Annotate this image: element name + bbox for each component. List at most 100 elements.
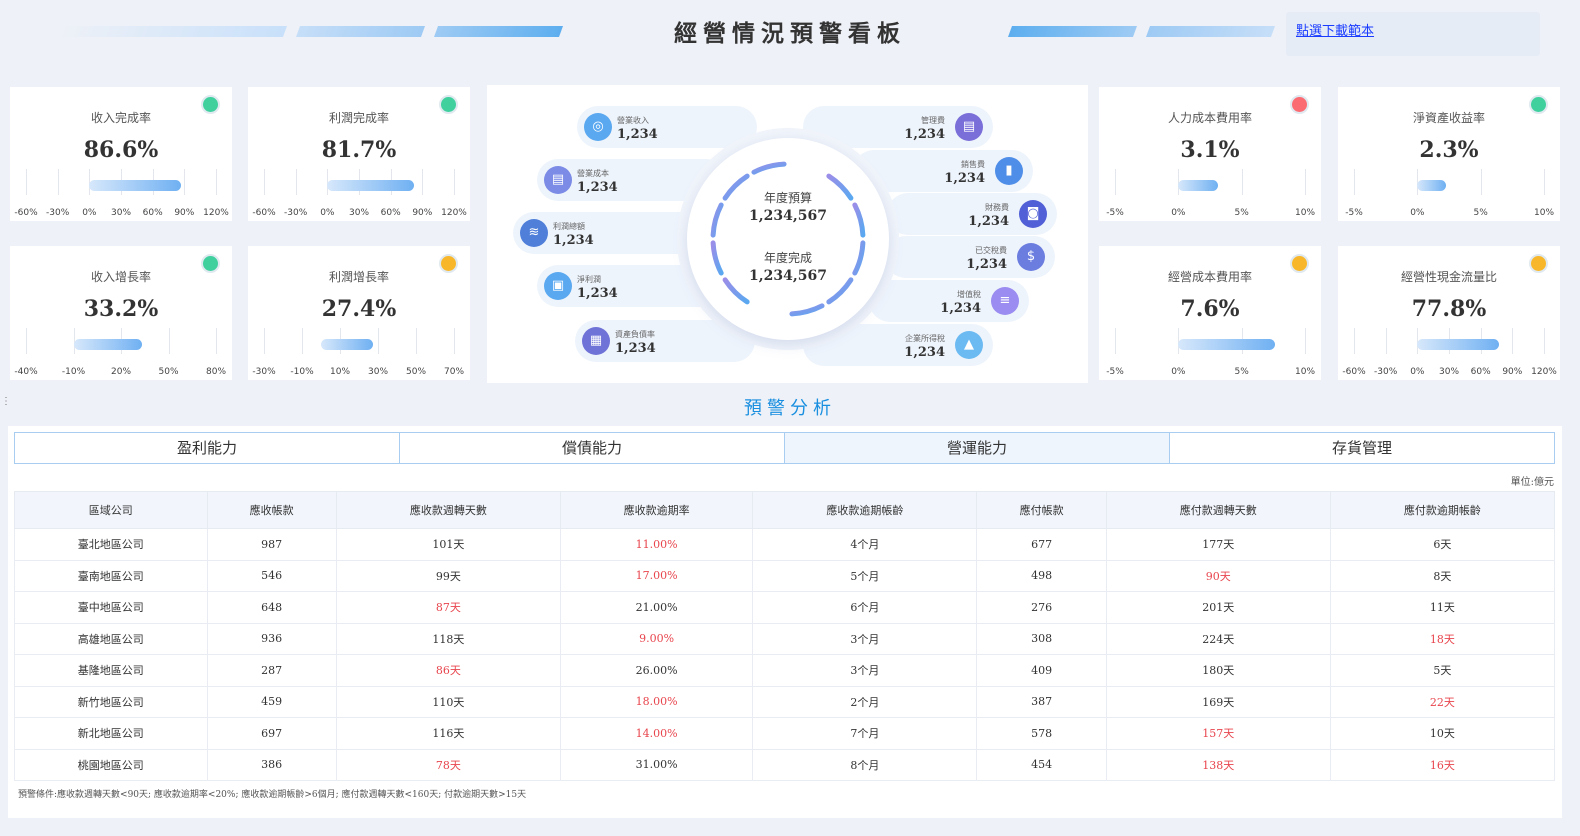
tab-inventory[interactable]: 存貨管理 <box>1170 433 1554 463</box>
budget-value: 1,234,567 <box>749 208 827 224</box>
scale-tick-label: 0% <box>82 208 97 218</box>
kpi-card-profit-growth: 利潤增長率 27.4% -30% -10% 10% 30% 50% 70% <box>248 246 470 380</box>
table-cell: 18.00% <box>559 685 754 718</box>
status-indicator-icon <box>1529 254 1548 273</box>
scale-tick <box>454 328 455 354</box>
column-header: 應收款逾期率 <box>559 491 754 529</box>
status-indicator-icon <box>1290 254 1309 273</box>
header-deco-bar <box>1007 26 1138 37</box>
kpi-progress-bar <box>1417 339 1500 350</box>
scale-tick-label: 120% <box>441 208 467 218</box>
scale-tick-label: 5% <box>1234 367 1249 377</box>
database-icon: ≋ <box>520 219 548 247</box>
scale-tick <box>1480 169 1482 195</box>
table-row: 臺北地區公司 987 101天 11.00% 4个月 677 177天 6天 <box>14 528 1556 561</box>
invoice-icon: ▤ <box>544 166 572 194</box>
table-cell: 308 <box>976 622 1107 655</box>
table-cell: 116天 <box>335 717 561 750</box>
unit-label: 單位:億元 <box>1510 477 1554 488</box>
finance-item-value: 1,234 <box>617 127 658 142</box>
finance-item-label: 已交稅費 <box>975 246 1007 255</box>
scale-tick-label: 90% <box>1502 367 1523 377</box>
kpi-name: 人力成本費用率 <box>1167 111 1252 125</box>
table-cell: 8天 <box>1329 559 1556 592</box>
completed-label: 年度完成 <box>763 251 812 265</box>
table-cell: 101天 <box>335 528 561 561</box>
finance-item[interactable]: ◎ 營業收入 1,234 <box>577 106 757 148</box>
download-template-link[interactable]: 點選下載範本 <box>1296 20 1374 39</box>
scale-tick-label: 50% <box>405 367 427 377</box>
bar-chart-icon: ▮ <box>995 157 1023 185</box>
table-cell: 8个月 <box>752 748 978 781</box>
tab-operation[interactable]: 營運能力 <box>785 433 1170 463</box>
table-cell: 138天 <box>1105 748 1331 781</box>
table-cell: 3个月 <box>752 622 978 655</box>
tab-solvency[interactable]: 償債能力 <box>400 433 785 463</box>
finance-item-value: 1,234 <box>966 257 1007 272</box>
tab-profitability[interactable]: 盈利能力 <box>15 433 400 463</box>
table-cell: 110天 <box>335 685 561 718</box>
budget-label: 年度預算 <box>763 191 812 205</box>
table-cell: 177天 <box>1105 528 1331 561</box>
status-indicator-icon <box>201 95 220 114</box>
finance-item[interactable]: $ 已交稅費 1,234 <box>885 236 1055 278</box>
table-row: 臺中地區公司 648 87天 21.00% 6个月 276 201天 11天 <box>14 591 1556 624</box>
scale-tick <box>1354 328 1355 354</box>
table-cell: 新竹地區公司 <box>14 685 208 718</box>
kpi-card-labor-cost-rate: 人力成本費用率 3.1% -5% 0% 5% 10% <box>1099 87 1321 221</box>
scale-tick-label: -60% <box>1342 367 1366 377</box>
finance-item-value: 1,234 <box>944 171 985 186</box>
scale-tick-label: -30% <box>1374 367 1398 377</box>
table-cell: 99天 <box>335 559 561 592</box>
kpi-card-revenue-completion: 收入完成率 86.6% -60% -30% 0% 30% 60% 90% 120% <box>10 87 232 221</box>
wallet-icon: ◎ <box>584 113 612 141</box>
kpi-name: 淨資產收益率 <box>1412 111 1485 125</box>
kpi-card-revenue-growth: 收入增長率 33.2% -40% -10% 20% 50% 80% <box>10 246 232 380</box>
status-indicator-icon <box>201 254 220 273</box>
scale-tick-label: -5% <box>1106 208 1124 218</box>
column-header: 應收款逾期帳齡 <box>752 491 978 529</box>
kpi-card-profit-completion: 利潤完成率 81.7% -60% -30% 0% 30% 60% 90% 120% <box>248 87 470 221</box>
column-header: 應付帳款 <box>976 491 1107 529</box>
growth-chart-icon: ▲ <box>955 331 983 359</box>
scale-tick-label: 80% <box>205 367 227 377</box>
table-cell: 10天 <box>1329 717 1556 750</box>
scale-tick <box>26 328 27 354</box>
scale-tick-label: 30% <box>1438 367 1460 377</box>
table-cell: 118天 <box>335 622 561 655</box>
table-cell: 86天 <box>335 654 561 687</box>
table-cell: 157天 <box>1105 717 1331 750</box>
table-cell: 新北地區公司 <box>14 717 208 750</box>
status-indicator-icon <box>439 254 458 273</box>
finance-item-value: 1,234 <box>577 286 618 301</box>
scale-tick-label: -30% <box>252 367 276 377</box>
finance-item[interactable]: ◙ 財務費 1,234 <box>887 193 1057 235</box>
kpi-progress-bar <box>1417 180 1447 191</box>
finance-item-value: 1,234 <box>553 233 594 248</box>
kpi-card-roe: 淨資產收益率 2.3% -5% 0% 5% 10% <box>1338 87 1560 221</box>
scale-tick <box>454 169 455 195</box>
ring-segment <box>789 303 825 317</box>
status-indicator-icon <box>1529 95 1548 114</box>
table-row: 臺南地區公司 546 99天 17.00% 5个月 498 90天 8天 <box>14 559 1556 592</box>
table-cell: 169天 <box>1105 685 1331 718</box>
scale-tick <box>216 328 217 354</box>
table-cell: 201天 <box>1105 591 1331 624</box>
scale-tick-label: 5% <box>1234 208 1249 218</box>
tax-coin-icon: $ <box>1017 243 1045 271</box>
column-header: 應收款週轉天數 <box>335 491 561 529</box>
scale-tick-label: 120% <box>203 208 229 218</box>
scale-tick <box>1544 169 1545 195</box>
scale-tick <box>302 328 303 354</box>
scale-tick-label: -30% <box>46 208 70 218</box>
finance-item[interactable]: ≋ 利潤總額 1,234 <box>513 212 703 254</box>
finance-item[interactable]: ≡ 增值稅 1,234 <box>869 280 1029 322</box>
finance-item-label: 企業所得稅 <box>905 334 945 343</box>
drag-handle-icon[interactable]: ⋮ <box>1 396 11 407</box>
kpi-progress-bar <box>321 339 374 350</box>
table-cell: 7个月 <box>752 717 978 750</box>
scale-tick-label: -5% <box>1345 208 1363 218</box>
table-cell: 677 <box>976 528 1107 561</box>
scale-tick-label: -60% <box>14 208 38 218</box>
scale-tick <box>264 328 265 354</box>
